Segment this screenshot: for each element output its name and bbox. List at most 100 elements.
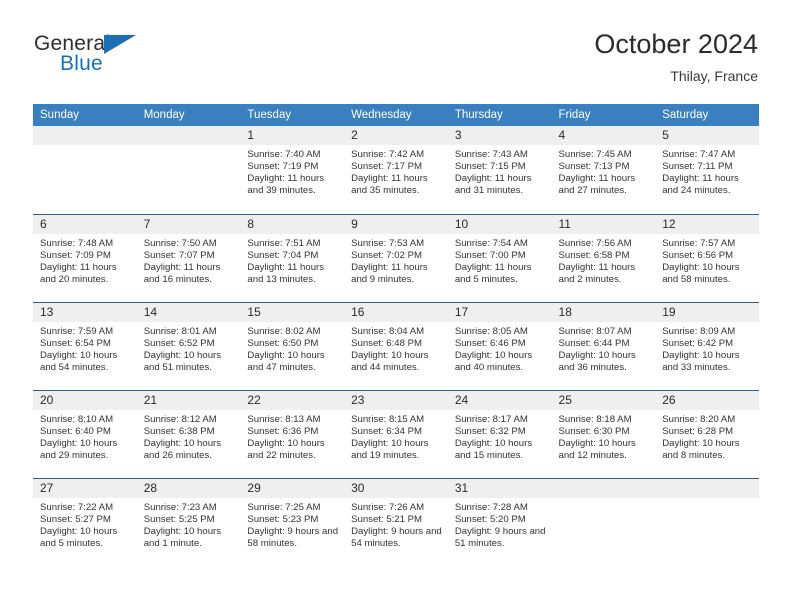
day-details: Sunrise: 8:04 AM Sunset: 6:48 PM Daylight:… — [344, 322, 448, 374]
calendar-day-cell[interactable]: 22 Sunrise: 8:13 AM Sunset: 6:36 PM Dayligh… — [240, 389, 345, 478]
calendar-day-cell[interactable]: 31 Sunrise: 7:28 AM Sunset: 5:20 PM Dayligh… — [447, 477, 552, 566]
calendar-day-cell-empty — [33, 126, 137, 214]
calendar-day-cell[interactable]: 28 Sunrise: 7:23 AM Sunset: 5:25 PM Dayligh… — [136, 477, 241, 566]
sunrise-text: Sunrise: 8:01 AM — [143, 325, 217, 337]
calendar-day-cell[interactable]: 13 Sunrise: 7:59 AM Sunset: 6:54 PM Dayligh… — [33, 301, 137, 390]
day-number: 22 — [240, 390, 345, 410]
calendar-day-cell[interactable]: 21 Sunrise: 8:12 AM Sunset: 6:38 PM Dayligh… — [136, 389, 241, 478]
daylight-text: Daylight: 10 hours and 36 minutes. — [558, 349, 636, 373]
sunrise-text: Sunrise: 7:28 AM — [454, 501, 528, 513]
day-details: Sunrise: 7:22 AM Sunset: 5:27 PM Daylight:… — [33, 498, 137, 550]
day-number: 13 — [33, 302, 137, 322]
sunrise-text: Sunrise: 8:02 AM — [247, 325, 321, 337]
sunrise-text: Sunrise: 7:43 AM — [454, 149, 528, 160]
day-number — [33, 126, 137, 145]
day-number: 9 — [344, 214, 448, 234]
daylight-text: Daylight: 11 hours and 35 minutes. — [351, 173, 428, 197]
sunrise-text: Sunrise: 8:15 AM — [351, 413, 425, 425]
calendar-day-cell[interactable]: 8 Sunrise: 7:51 AM Sunset: 7:04 PM Daylight… — [240, 213, 345, 302]
day-details: Sunrise: 7:57 AM Sunset: 6:56 PM Daylight:… — [655, 234, 759, 286]
calendar-week-row: 27 Sunrise: 7:22 AM Sunset: 5:27 PM Dayligh… — [33, 477, 759, 566]
calendar-day-cell[interactable]: 24 Sunrise: 8:17 AM Sunset: 6:32 PM Dayligh… — [447, 389, 552, 478]
day-details: Sunrise: 7:45 AM Sunset: 7:13 PM Daylight:… — [552, 145, 656, 197]
calendar-day-cell[interactable]: 15 Sunrise: 8:02 AM Sunset: 6:50 PM Dayligh… — [240, 301, 345, 390]
calendar-day-cell[interactable]: 17 Sunrise: 8:05 AM Sunset: 6:46 PM Dayligh… — [447, 301, 552, 390]
sunset-text: Sunset: 6:52 PM — [143, 337, 215, 349]
calendar-day-cell[interactable]: 5 Sunrise: 7:47 AM Sunset: 7:11 PM Daylight… — [655, 126, 759, 214]
sunset-text: Sunset: 6:28 PM — [662, 425, 734, 437]
calendar-day-cell[interactable]: 18 Sunrise: 8:07 AM Sunset: 6:44 PM Dayligh… — [551, 301, 656, 390]
calendar-day-cell[interactable]: 16 Sunrise: 8:04 AM Sunset: 6:48 PM Dayligh… — [344, 301, 448, 390]
calendar-day-cell[interactable]: 11 Sunrise: 7:56 AM Sunset: 6:58 PM Dayligh… — [551, 213, 656, 302]
daylight-text: Daylight: 11 hours and 2 minutes. — [558, 261, 636, 285]
general-blue-logo[interactable]: General Blue — [34, 32, 214, 88]
sunrise-text: Sunrise: 7:25 AM — [247, 501, 321, 513]
calendar-week-row: 20 Sunrise: 8:10 AM Sunset: 6:40 PM Dayligh… — [33, 389, 759, 478]
day-number: 7 — [136, 214, 241, 234]
day-number: 11 — [551, 214, 656, 234]
day-number: 19 — [655, 302, 759, 322]
day-number: 28 — [136, 478, 241, 498]
day-number: 17 — [447, 302, 552, 322]
day-details: Sunrise: 8:02 AM Sunset: 6:50 PM Daylight:… — [240, 322, 344, 374]
day-number: 31 — [447, 478, 552, 498]
calendar-day-cell[interactable]: 3 Sunrise: 7:43 AM Sunset: 7:15 PM Daylight… — [447, 126, 552, 214]
daylight-text: Daylight: 11 hours and 13 minutes. — [247, 261, 325, 285]
calendar-day-cell[interactable]: 2 Sunrise: 7:42 AM Sunset: 7:17 PM Daylight… — [344, 126, 448, 214]
day-details: Sunrise: 7:48 AM Sunset: 7:09 PM Daylight:… — [33, 234, 137, 286]
calendar-day-cell[interactable]: 14 Sunrise: 8:01 AM Sunset: 6:52 PM Dayligh… — [136, 301, 241, 390]
calendar-day-cell[interactable]: 20 Sunrise: 8:10 AM Sunset: 6:40 PM Dayligh… — [33, 389, 137, 478]
daylight-text: Daylight: 10 hours and 5 minutes. — [40, 525, 118, 549]
calendar-day-cell[interactable]: 9 Sunrise: 7:53 AM Sunset: 7:02 PM Daylight… — [344, 213, 448, 302]
calendar-day-cell[interactable]: 23 Sunrise: 8:15 AM Sunset: 6:34 PM Dayligh… — [344, 389, 448, 478]
day-number — [655, 478, 759, 498]
day-number: 1 — [240, 126, 345, 145]
day-number — [551, 478, 656, 498]
day-number: 15 — [240, 302, 345, 322]
calendar-day-cell[interactable]: 1 Sunrise: 7:40 AM Sunset: 7:19 PM Daylight… — [240, 126, 345, 214]
sunrise-text: Sunrise: 8:20 AM — [662, 413, 736, 425]
daylight-text: Daylight: 10 hours and 58 minutes. — [662, 261, 740, 285]
calendar-day-cell[interactable]: 4 Sunrise: 7:45 AM Sunset: 7:13 PM Daylight… — [551, 126, 656, 214]
sunset-text: Sunset: 6:50 PM — [247, 337, 319, 349]
calendar-day-cell[interactable]: 25 Sunrise: 8:18 AM Sunset: 6:30 PM Dayligh… — [551, 389, 656, 478]
sunset-text: Sunset: 7:02 PM — [351, 249, 423, 261]
sunset-text: Sunset: 5:20 PM — [454, 513, 526, 525]
sunset-text: Sunset: 6:44 PM — [558, 337, 630, 349]
day-details: Sunrise: 7:54 AM Sunset: 7:00 PM Daylight:… — [448, 234, 552, 286]
daylight-text: Daylight: 10 hours and 8 minutes. — [662, 437, 740, 461]
day-details: Sunrise: 7:59 AM Sunset: 6:54 PM Daylight:… — [33, 322, 137, 374]
calendar-day-cell[interactable]: 26 Sunrise: 8:20 AM Sunset: 6:28 PM Dayligh… — [655, 389, 759, 478]
day-details: Sunrise: 8:12 AM Sunset: 6:38 PM Daylight:… — [137, 410, 241, 462]
day-details: Sunrise: 7:42 AM Sunset: 7:17 PM Daylight:… — [344, 145, 448, 197]
blue-triangle-icon — [104, 35, 136, 54]
calendar-day-cell[interactable]: 7 Sunrise: 7:50 AM Sunset: 7:07 PM Daylight… — [136, 213, 241, 302]
calendar-day-cell[interactable]: 29 Sunrise: 7:25 AM Sunset: 5:23 PM Dayligh… — [240, 477, 345, 566]
day-number: 20 — [33, 390, 137, 410]
sunset-text: Sunset: 5:25 PM — [143, 513, 215, 525]
calendar-day-cell[interactable]: 30 Sunrise: 7:26 AM Sunset: 5:21 PM Dayligh… — [344, 477, 448, 566]
sunset-text: Sunset: 6:36 PM — [247, 425, 319, 437]
calendar-week-row: 1 Sunrise: 7:40 AM Sunset: 7:19 PM Daylight… — [33, 126, 759, 214]
page-subtitle: Thilay, France — [670, 68, 758, 84]
sunset-text: Sunset: 5:21 PM — [351, 513, 423, 525]
sunrise-text: Sunrise: 8:09 AM — [662, 325, 736, 337]
calendar-day-cell-empty — [136, 126, 241, 214]
daylight-text: Daylight: 11 hours and 27 minutes. — [558, 173, 636, 197]
sunset-text: Sunset: 6:58 PM — [558, 249, 630, 261]
sunset-text: Sunset: 6:46 PM — [454, 337, 526, 349]
sunset-text: Sunset: 6:42 PM — [662, 337, 734, 349]
calendar-day-cell[interactable]: 19 Sunrise: 8:09 AM Sunset: 6:42 PM Dayligh… — [655, 301, 759, 390]
day-number: 26 — [655, 390, 759, 410]
daylight-text: Daylight: 10 hours and 22 minutes. — [247, 437, 325, 461]
page-header: General Blue October 2024 Thilay, France — [34, 28, 758, 90]
day-number — [136, 126, 241, 145]
calendar-day-cell[interactable]: 27 Sunrise: 7:22 AM Sunset: 5:27 PM Dayligh… — [33, 477, 137, 566]
day-details: Sunrise: 7:26 AM Sunset: 5:21 PM Daylight:… — [344, 498, 448, 550]
calendar-day-cell[interactable]: 12 Sunrise: 7:57 AM Sunset: 6:56 PM Dayligh… — [655, 213, 759, 302]
calendar-day-cell[interactable]: 10 Sunrise: 7:54 AM Sunset: 7:00 PM Dayligh… — [447, 213, 552, 302]
day-number: 14 — [136, 302, 241, 322]
weekday-header-friday: Friday — [551, 104, 656, 126]
calendar-day-cell[interactable]: 6 Sunrise: 7:48 AM Sunset: 7:09 PM Daylight… — [33, 213, 137, 302]
sunrise-text: Sunrise: 8:12 AM — [143, 413, 217, 425]
